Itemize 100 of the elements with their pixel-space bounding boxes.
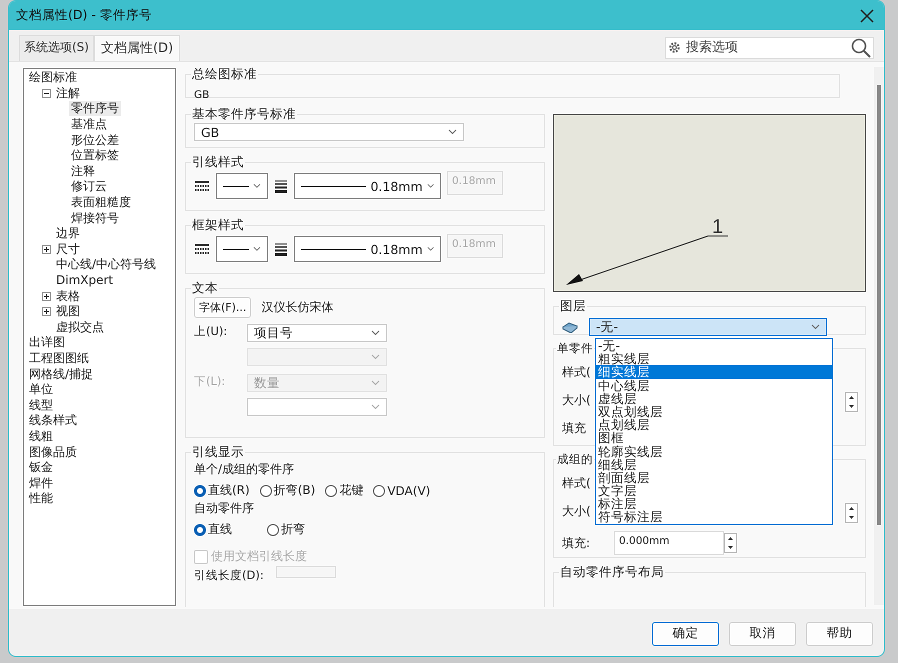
fill-field[interactable]: 0.000mm [614,531,724,555]
tree-item[interactable]: 注解 [54,86,82,101]
field-label: 样式( [562,476,591,490]
collapse-icon[interactable] [42,88,51,98]
standard-dropdown[interactable]: GB [194,123,464,141]
tree-item[interactable]: 修订云 [69,179,109,194]
field-label: 大小( [562,503,591,520]
field-label: 填充 [562,421,586,435]
tree-item[interactable]: 焊件 [27,476,55,491]
scrollbar[interactable] [874,67,884,605]
dropdown-option[interactable]: 文字层 [596,484,832,498]
search-icon[interactable] [851,38,871,58]
dialog-button[interactable]: 取消 [729,622,796,646]
line-weight-dropdown[interactable]: 0.18mm [294,236,441,262]
dropdown-option[interactable]: 剖面线层 [596,470,832,484]
search-bar[interactable]: 搜索选项 [665,36,874,58]
search-input[interactable]: 搜索选项 [684,39,848,56]
tree-item[interactable]: 钣金 [27,460,55,476]
dropdown-option[interactable]: 虚线层 [596,392,832,405]
field-label: 引线长度(D): [194,568,264,583]
tree-item[interactable]: 线粗 [27,428,55,444]
balloon-preview: 1 [553,114,866,292]
radio-button[interactable]: 折弯 [267,521,305,538]
font-name: 汉仪长仿宋体 [261,299,334,316]
field-label: 填充: [562,534,592,552]
tree-item[interactable]: 表面粗糙度 [69,195,133,210]
expand-icon[interactable] [42,292,51,301]
radio-button[interactable]: 折弯(B) [260,482,316,499]
spinner-icon[interactable] [724,533,737,553]
layer-dropdown[interactable]: -无- [589,318,827,336]
dialog-button[interactable]: 帮助 [806,622,873,646]
dropdown-option[interactable]: -无- [596,339,832,352]
chevron-down-icon [426,246,434,252]
tree-item[interactable]: 绘图标准 [27,70,79,86]
tree-item[interactable]: 焊接符号 [69,210,121,226]
chevron-down-icon [253,183,261,189]
radio-button[interactable]: VDA(V) [373,482,430,499]
tree-item[interactable]: 边界 [54,226,82,242]
section-title: 框架样式 [191,217,245,234]
tree-item[interactable]: 位置标签 [69,148,121,164]
spinner-icon[interactable] [845,392,858,412]
section-title: 文本 [191,280,219,297]
upper-text-dropdown[interactable]: 项目号 [247,324,387,342]
tree-item[interactable]: 出详图 [27,335,67,350]
line-style-dropdown[interactable] [216,173,268,199]
radio-button[interactable]: 直线(R) [194,482,250,499]
radio-button[interactable]: 直线 [194,521,232,538]
section-title: 引线样式 [191,154,245,171]
dropdown-option[interactable]: 图框 [596,431,832,444]
field-label: 大小( [562,392,591,409]
standard-value: GB [194,89,210,101]
tree-item[interactable]: 视图 [54,304,82,320]
chevron-down-icon [811,324,820,330]
expand-icon[interactable] [42,307,51,316]
dropdown-option[interactable]: 中心线层 [596,378,832,392]
tree-item[interactable]: 中心线/中心符号线 [54,257,158,272]
dropdown-option[interactable]: 点划线层 [596,418,832,432]
tree-item[interactable]: 工程图图纸 [27,350,91,366]
tree-item[interactable]: 尺寸 [54,242,82,257]
tree-item[interactable]: 基准点 [69,117,109,132]
section-title: 基本零件序号标准 [191,106,297,123]
tree-item[interactable]: 图像品质 [27,444,79,460]
dropdown-option[interactable]: 粗实线层 [596,352,832,366]
section-title: 成组的 [556,452,594,467]
tree-item[interactable]: 虚拟交点 [54,320,106,335]
tree-item[interactable]: 注释 [69,164,97,179]
line-style-dropdown[interactable] [216,236,268,262]
font-button[interactable]: 字体(F)... [194,297,252,318]
tree-item[interactable]: 形位公差 [69,132,121,148]
tab[interactable]: 文档属性(D) [94,35,180,61]
dialog-button[interactable]: 确定 [652,622,719,646]
dropdown-option[interactable]: 双点划线层 [596,404,832,418]
line-style-icon [194,243,210,255]
dropdown-option[interactable]: 符号标注层 [596,510,832,524]
line-weight-dropdown[interactable]: 0.18mm [294,173,441,199]
chevron-down-icon [371,380,380,386]
chevron-down-icon [371,330,380,336]
expand-icon[interactable] [42,244,51,254]
chevron-down-icon [253,246,261,252]
tree-item[interactable]: 线型 [27,398,55,413]
dropdown-option[interactable]: 细线层 [596,458,832,471]
tree-item[interactable]: 性能 [27,491,55,506]
close-icon[interactable] [860,8,874,22]
tree-item[interactable]: 表格 [54,288,82,304]
dropdown-option[interactable]: 轮廓实线层 [596,444,832,458]
option-label: 自动零件序 [194,500,255,517]
length-field[interactable] [276,566,336,578]
tab[interactable]: 系统选项(S) [19,35,94,61]
tree-item[interactable]: 线条样式 [27,413,79,428]
section-title: 自动零件序号布局 [559,564,665,581]
tree-item[interactable]: 网格线/捕捉 [27,366,96,382]
tree-item[interactable]: 单位 [27,382,55,398]
tree-item[interactable]: DimXpert [54,273,116,288]
tree-item[interactable]: 零件序号 [69,101,121,116]
dropdown-option[interactable]: 细实线层 [596,365,832,379]
section-title: 总绘图标准 [191,66,258,83]
spinner-icon[interactable] [845,503,858,523]
radio-button[interactable]: 花键 [325,482,364,499]
dropdown-option[interactable]: 标注层 [596,497,832,510]
chevron-down-icon [371,404,380,410]
